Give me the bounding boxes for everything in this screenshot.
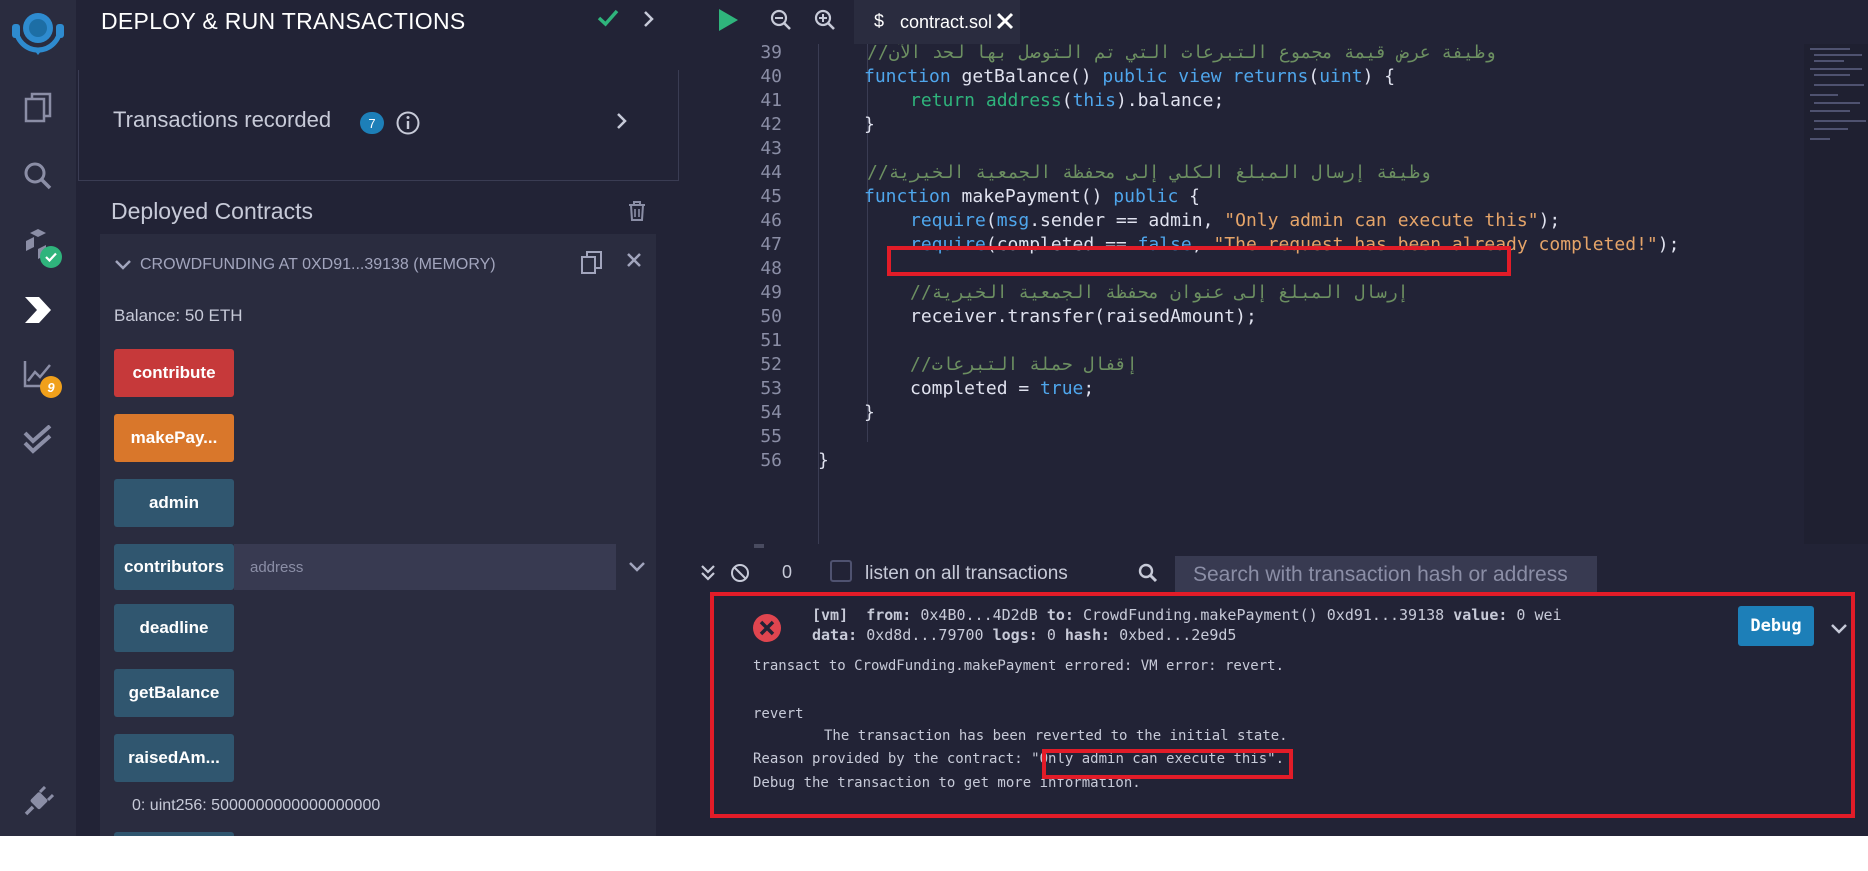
line-number: 42: [760, 114, 782, 135]
pending-tx-count: 0: [782, 562, 793, 582]
search-icon[interactable]: [18, 156, 58, 196]
code-line-56: 56 }: [692, 450, 1792, 478]
editor-minimap[interactable]: [1804, 44, 1868, 544]
code-text: receiver.transfer(raisedAmount);: [910, 306, 1257, 327]
file-explorer-icon[interactable]: [18, 88, 58, 128]
contract-balance: Balance: 50 ETH: [114, 306, 243, 325]
deploy-panel: DEPLOY & RUN TRANSACTIONS Transactions r…: [76, 0, 764, 836]
run-icon[interactable]: [716, 8, 740, 37]
make-payment-button[interactable]: makePay...: [114, 414, 234, 462]
zoom-in-icon[interactable]: [814, 9, 836, 36]
terminal-output: [vm] from: 0x4B0...4D2dB to: CrowdFundin…: [692, 592, 1868, 836]
line-number: 49: [760, 282, 782, 303]
clear-console-icon[interactable]: [730, 563, 750, 588]
code-text: }: [864, 114, 875, 135]
search-icon: [1138, 563, 1158, 588]
chevron-right-icon[interactable]: [615, 112, 629, 135]
remix-ide: 9 DEPLOY & RUN TRANSACTIONS Transactions…: [0, 0, 1868, 836]
code-text: return address(this).balance;: [910, 90, 1225, 111]
line-number: 48: [760, 258, 782, 279]
line-number: 53: [760, 378, 782, 399]
line-number: 43: [760, 138, 782, 159]
line-number: 47: [760, 234, 782, 255]
contract-instance-header[interactable]: CROWDFUNDING AT 0XD91...39138 (MEMORY): [140, 256, 496, 274]
copy-icon[interactable]: [580, 250, 604, 281]
code-text: //وظيفة عرض قيمة مجموع التبرعات التي تم …: [867, 44, 1496, 63]
solidity-file-icon: $: [874, 11, 885, 31]
compiler-icon[interactable]: [18, 224, 62, 268]
deadline-button[interactable]: deadline: [114, 604, 234, 652]
code-text: function makePayment() public {: [864, 186, 1200, 207]
code-text: //إقفال حملة التبرعات: [910, 354, 1138, 375]
highlight-error-block: [710, 592, 1855, 818]
contributors-button[interactable]: contributors: [114, 544, 234, 590]
code-text: require(msg.sender == admin, "Only admin…: [910, 210, 1561, 231]
remix-logo-icon[interactable]: [8, 8, 68, 56]
line-number: 39: [760, 44, 782, 63]
get-balance-button[interactable]: getBalance: [114, 669, 234, 717]
code-editor[interactable]: 39 //وظيفة عرض قيمة مجموع التبرعات التي …: [692, 44, 1868, 544]
transactions-count-badge: 7: [360, 112, 384, 134]
code-text: }: [818, 450, 829, 471]
chevron-down-icon[interactable]: [114, 258, 132, 277]
line-number: 40: [760, 66, 782, 87]
panel-title: DEPLOY & RUN TRANSACTIONS: [101, 8, 466, 34]
plugin-manager-icon[interactable]: [18, 782, 58, 822]
deploy-icon[interactable]: [18, 290, 58, 330]
chevron-down-icon[interactable]: [628, 560, 646, 578]
code-text: //وظيفة إرسال المبلغ الكلي إلى محفظة الج…: [867, 162, 1431, 183]
raised-amount-button[interactable]: raisedAm...: [114, 734, 234, 782]
highlight-require-line: [887, 246, 1511, 276]
contribute-button[interactable]: contribute: [114, 349, 234, 397]
listen-checkbox[interactable]: [830, 560, 852, 582]
analytics-icon[interactable]: 9: [18, 354, 62, 398]
transactions-recorded-label: Transactions recorded: [113, 107, 332, 132]
next-function-button[interactable]: [114, 832, 234, 836]
editor-toolbar: $ contract.sol: [692, 0, 1868, 44]
call-result: 0: uint256: 5000000000000000000: [132, 797, 381, 814]
highlight-reason: [1042, 749, 1293, 779]
line-number: 50: [760, 306, 782, 327]
tab-contract-sol[interactable]: $ contract.sol: [854, 0, 1020, 44]
line-number: 41: [760, 90, 782, 111]
transactions-recorded-section[interactable]: Transactions recorded 7: [78, 70, 679, 181]
line-number: 44: [760, 162, 782, 183]
contributors-address-input[interactable]: [234, 544, 616, 590]
compiled-check-icon: [40, 246, 62, 268]
code-text: }: [864, 402, 875, 423]
line-number: 55: [760, 426, 782, 447]
deployed-contract-card: CROWDFUNDING AT 0XD91...39138 (MEMORY) B…: [100, 234, 656, 836]
code-text: //إرسال المبلغ إلى عنوان محفظة الجمعية ا…: [910, 282, 1409, 303]
line-number: 56: [760, 450, 782, 471]
line-number: 52: [760, 354, 782, 375]
zoom-out-icon[interactable]: [770, 9, 792, 36]
collapse-terminal-icon[interactable]: [700, 564, 716, 587]
code-text: completed = true;: [910, 378, 1095, 399]
admin-button[interactable]: admin: [114, 479, 234, 527]
close-icon[interactable]: [626, 252, 642, 273]
close-tab-icon[interactable]: [996, 12, 1014, 35]
chevron-right-icon[interactable]: [642, 10, 656, 33]
transaction-search-input[interactable]: Search with transaction hash or address: [1175, 556, 1597, 594]
analytics-badge: 9: [40, 376, 62, 398]
line-number: 45: [760, 186, 782, 207]
code-text: function getBalance() public view return…: [864, 66, 1396, 87]
trash-icon[interactable]: [627, 200, 647, 227]
listen-label: listen on all transactions: [865, 563, 1068, 584]
icon-rail: 9: [0, 0, 76, 836]
line-number: 46: [760, 210, 782, 231]
test-icon[interactable]: [18, 420, 58, 460]
line-number: 51: [760, 330, 782, 351]
deployed-contracts-title: Deployed Contracts: [111, 198, 313, 224]
tab-label: contract.sol: [900, 11, 993, 32]
line-number: 54: [760, 402, 782, 423]
check-icon: [596, 6, 620, 35]
info-icon[interactable]: [395, 110, 421, 141]
